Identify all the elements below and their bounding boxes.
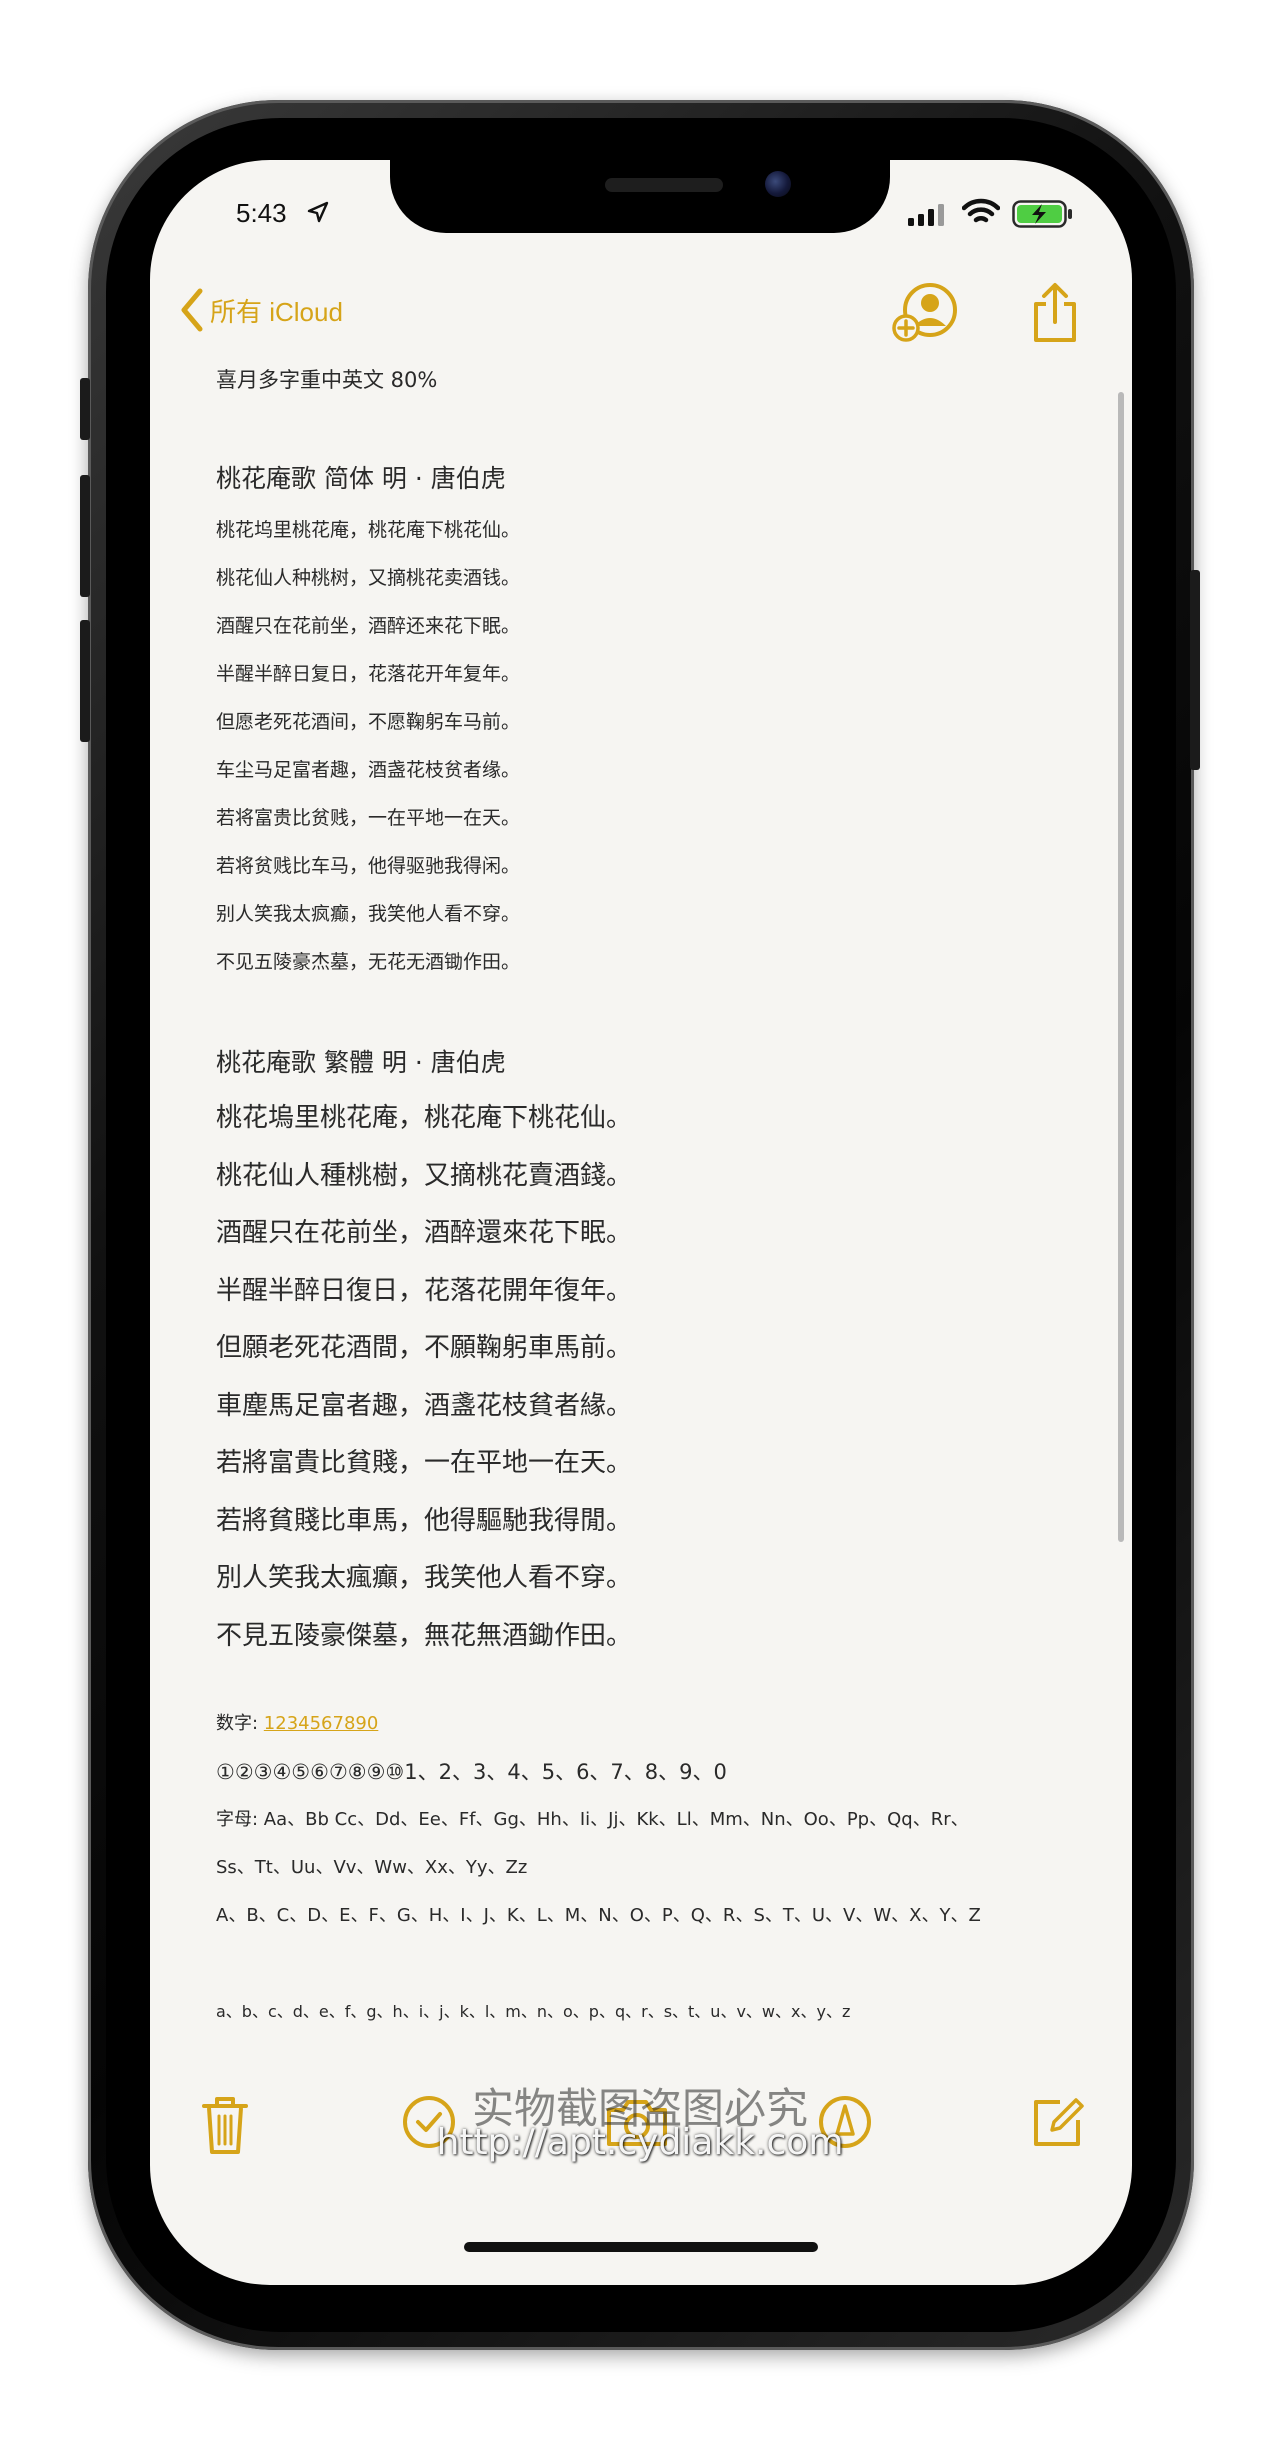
lowercase-line: a、b、c、d、e、f、g、h、i、j、k、l、m、n、o、p、q、r、s、t、…: [216, 2002, 851, 2021]
notch: [390, 160, 890, 233]
simplified-line: 但愿老死花酒间，不愿鞠躬车马前。: [216, 711, 521, 733]
simplified-line: 车尘马足富者趣，酒盏花枝贫者缘。: [216, 759, 521, 781]
traditional-line: 不見五陵豪傑墓，無花無酒鋤作田。: [216, 1620, 633, 1651]
traditional-title: 桃花庵歌 繁體 明 · 唐伯虎: [216, 1048, 506, 1077]
silent-switch: [80, 378, 90, 440]
numbers-label: 数字:: [216, 1713, 264, 1734]
watermark-url: http://apt.cydiakk.com: [436, 2122, 844, 2163]
simplified-line: 桃花仙人种桃树，又摘桃花卖酒钱。: [216, 567, 521, 589]
home-indicator[interactable]: [464, 2242, 818, 2252]
note-header: 喜月多字重中英文 80%: [216, 368, 438, 392]
letters-line-1: 字母: Aa、Bb Cc、Dd、Ee、Ff、Gg、Hh、Ii、Jj、Kk、Ll、…: [216, 1809, 969, 1830]
letters-line-2: Ss、Tt、Uu、Vv、Ww、Xx、Yy、Zz: [216, 1857, 528, 1878]
signal-icon: [908, 204, 944, 226]
traditional-line: 若將貧賤比車馬，他得驅馳我得閒。: [216, 1505, 633, 1536]
numbers-row: 数字: 1234567890: [216, 1700, 1096, 1748]
traditional-line: 但願老死花酒間，不願鞠躬車馬前。: [216, 1333, 633, 1363]
simplified-line: 酒醒只在花前坐，酒醉还来花下眠。: [216, 615, 521, 637]
location-arrow-icon: [307, 201, 329, 223]
compose-icon[interactable]: [1030, 2094, 1086, 2150]
traditional-line: 別人笑我太瘋癲，我笑他人看不穿。: [216, 1563, 633, 1593]
simplified-line: 若将富贵比贫贱，一在平地一在天。: [216, 807, 521, 829]
simplified-line: 不见五陵豪杰墓，无花无酒锄作田。: [216, 951, 521, 973]
back-button[interactable]: 所有 iCloud: [180, 288, 343, 332]
traditional-line: 車塵馬足富者趣，酒盞花枝貧者緣。: [216, 1390, 633, 1421]
simplified-line: 若将贫贱比车马，他得驱驰我得闲。: [216, 855, 521, 877]
traditional-line: 半醒半醉日復日，花落花開年復年。: [216, 1275, 633, 1306]
simplified-title: 桃花庵歌 简体 明 · 唐伯虎: [216, 464, 506, 493]
earpiece-speaker: [605, 178, 723, 192]
traditional-line: 桃花仙人種桃樹，又摘桃花賣酒錢。: [216, 1160, 633, 1191]
volume-up-button: [80, 475, 90, 597]
back-label: 所有 iCloud: [210, 296, 343, 327]
simplified-line: 半醒半醉日复日，花落花开年复年。: [216, 663, 521, 685]
traditional-line: 桃花塢里桃花庵，桃花庵下桃花仙。: [216, 1103, 633, 1133]
volume-down-button: [80, 620, 90, 742]
battery-charging-icon: [1012, 200, 1072, 228]
add-person-icon[interactable]: [892, 282, 960, 342]
wifi-icon: [962, 198, 1000, 223]
front-camera: [765, 171, 791, 197]
scrollbar[interactable]: [1118, 392, 1124, 1542]
uppercase-line: A、B、C、D、E、F、G、H、I、J、K、L、M、N、O、P、Q、R、S、T、…: [216, 1905, 981, 1926]
traditional-line: 若將富貴比貧賤，一在平地一在天。: [216, 1448, 633, 1478]
trash-icon[interactable]: [200, 2094, 250, 2156]
screen: 5:43 所有 iCloud 喜月多字重中英文 80% 桃花庵歌 简体 明 · …: [150, 160, 1132, 2285]
simplified-line: 桃花坞里桃花庵，桃花庵下桃花仙。: [216, 519, 521, 541]
note-body[interactable]: 喜月多字重中英文 80% 桃花庵歌 简体 明 · 唐伯虎 桃花坞里桃花庵，桃花庵…: [216, 356, 1096, 2036]
status-time: 5:43: [236, 198, 287, 228]
power-button: [1190, 570, 1200, 770]
traditional-line: 酒醒只在花前坐，酒醉還來花下眠。: [216, 1218, 633, 1248]
numbers-link[interactable]: 1234567890: [264, 1713, 379, 1734]
chevron-left-icon: [181, 288, 203, 332]
numbers-line: ①②③④⑤⑥⑦⑧⑨⑩1、2、3、4、5、6、7、8、9、0: [216, 1760, 727, 1784]
share-icon[interactable]: [1030, 282, 1080, 344]
simplified-line: 别人笑我太疯癫，我笑他人看不穿。: [216, 903, 521, 925]
